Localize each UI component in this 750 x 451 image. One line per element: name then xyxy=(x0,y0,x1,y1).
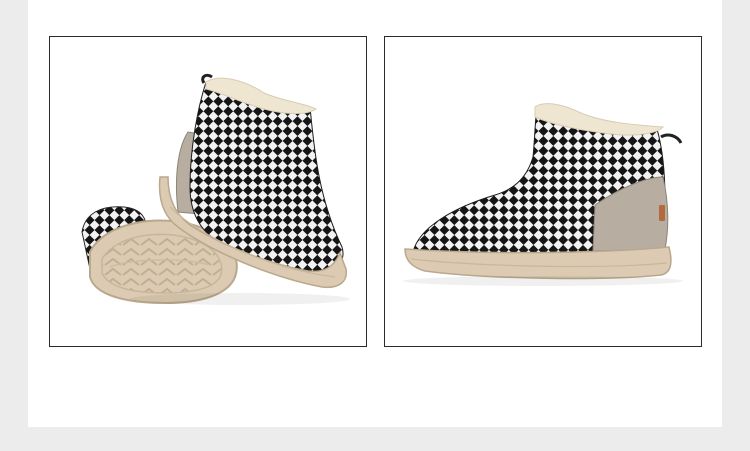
brand-tab xyxy=(659,205,665,221)
product-photo-side xyxy=(384,36,702,347)
floor-shadow xyxy=(403,276,683,286)
product-photo-pair xyxy=(49,36,367,347)
boot-pair-illustration xyxy=(81,73,350,305)
side-boot xyxy=(404,103,683,280)
floor-shadow xyxy=(130,293,350,305)
boot-side-illustration xyxy=(403,103,683,286)
product-gallery xyxy=(28,0,722,427)
